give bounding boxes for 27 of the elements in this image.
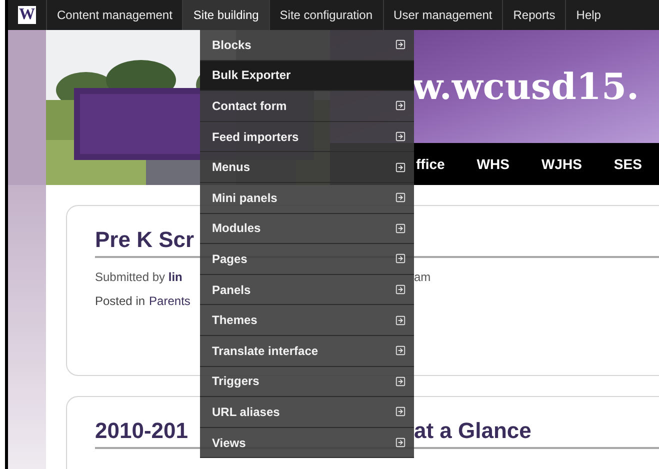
tag-link[interactable]: Parents <box>149 292 190 310</box>
dropdown-item[interactable]: Modules <box>200 214 414 244</box>
nav-link[interactable]: WHS <box>476 154 510 174</box>
post-title[interactable]: Pre K Scr <box>95 226 194 254</box>
post-title[interactable]: 2010-201 <box>95 417 188 445</box>
nav-link[interactable]: ffice <box>416 154 445 174</box>
dropdown-item[interactable]: Pages <box>200 244 414 275</box>
site-title: w.wcusd15. <box>412 64 640 110</box>
dropdown-item[interactable]: Contact form <box>200 91 414 122</box>
post-meta: Submitted by lin <box>95 269 182 286</box>
dropdown-item[interactable]: Feed importers <box>200 122 414 152</box>
admin-menu-item[interactable]: Site building <box>182 0 269 30</box>
dropdown-item[interactable]: Mini panels <box>200 182 414 214</box>
nav-link[interactable]: SES <box>614 154 642 174</box>
nav-link[interactable]: WJHS <box>541 154 582 174</box>
post-meta: am <box>414 269 431 286</box>
dropdown-item[interactable]: Views <box>200 428 414 458</box>
post-title[interactable]: at a Glance <box>414 417 532 445</box>
dropdown-item[interactable]: Bulk Exporter <box>200 60 414 92</box>
posted-in-label: Posted in <box>95 293 146 310</box>
site-logo[interactable]: W <box>18 6 36 24</box>
dropdown-item[interactable]: Themes <box>200 305 414 336</box>
dropdown-item[interactable]: Panels <box>200 274 414 306</box>
dropdown-item[interactable]: Triggers <box>200 366 414 398</box>
dropdown-item[interactable]: Translate interface <box>200 336 414 367</box>
dropdown-item[interactable]: URL aliases <box>200 397 414 428</box>
dropdown-item[interactable]: Menus <box>200 152 414 183</box>
